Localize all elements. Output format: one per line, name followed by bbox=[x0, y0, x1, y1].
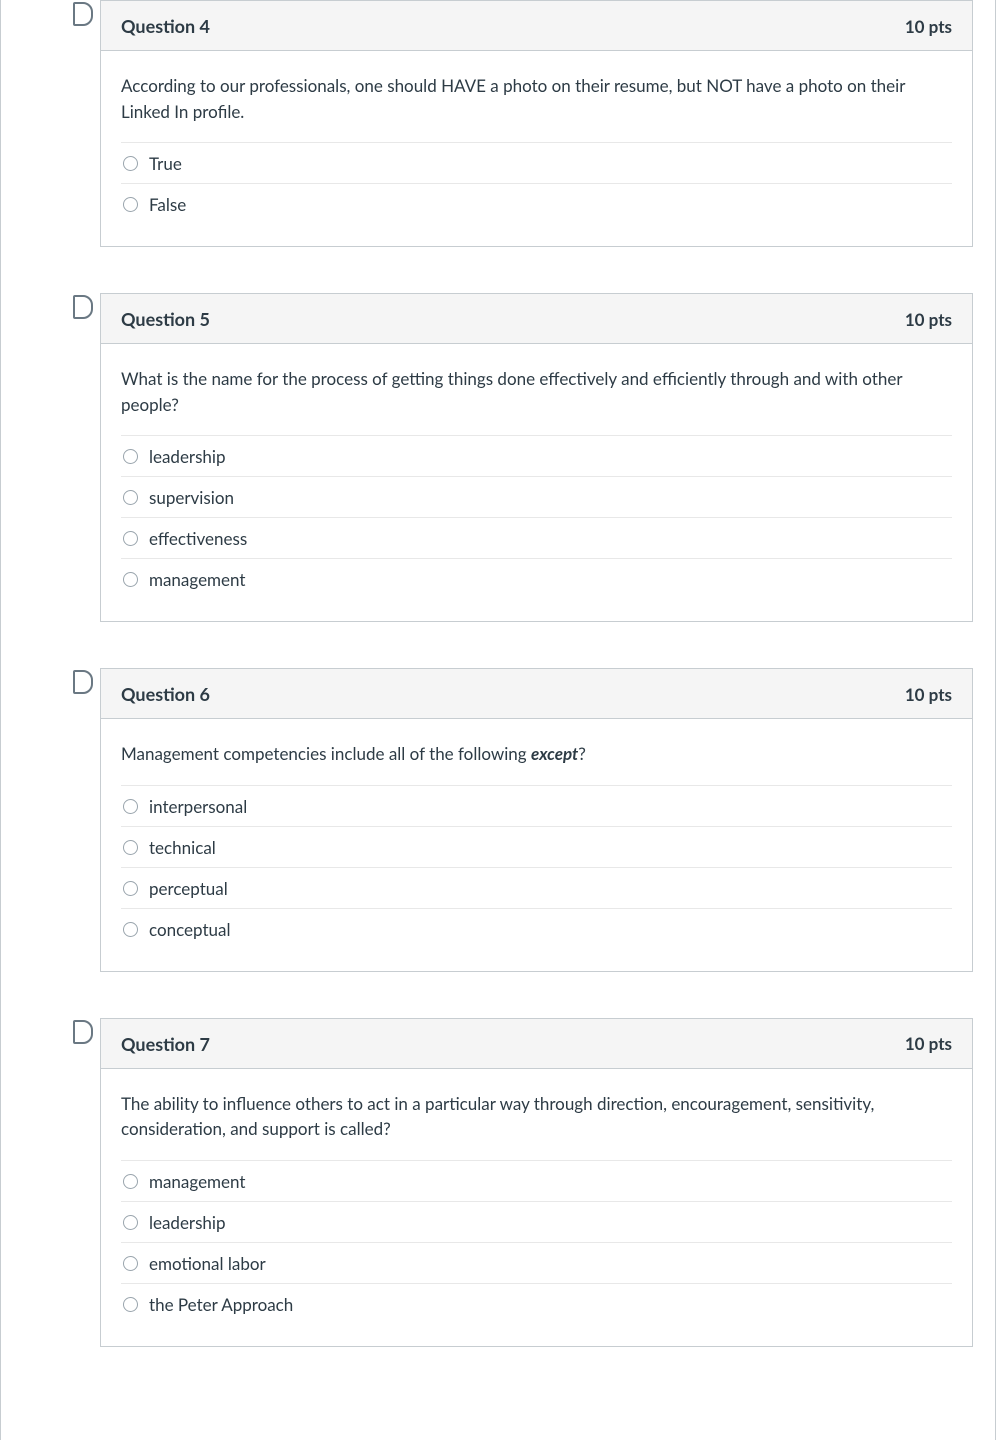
question-7-answer-1[interactable]: leadership bbox=[121, 1201, 952, 1242]
radio-icon[interactable] bbox=[123, 881, 138, 896]
question-5-points: 10 pts bbox=[905, 309, 952, 330]
question-6-answer-0[interactable]: interpersonal bbox=[121, 785, 952, 826]
question-4-title: Question 4 bbox=[121, 15, 210, 37]
radio-icon[interactable] bbox=[123, 922, 138, 937]
question-6-text: Management competencies include all of t… bbox=[121, 741, 952, 767]
question-6-points: 10 pts bbox=[905, 684, 952, 705]
question-7-answer-3[interactable]: the Peter Approach bbox=[121, 1283, 952, 1324]
answer-label: leadership bbox=[149, 1212, 226, 1233]
question-5-answer-0[interactable]: leadership bbox=[121, 435, 952, 476]
question-6-answers: interpersonal technical perceptual conce… bbox=[121, 785, 952, 949]
question-6-header: Question 6 10 pts bbox=[101, 669, 972, 719]
question-5-wrapper: Question 5 10 pts What is the name for t… bbox=[1, 293, 995, 668]
question-6-text-emph: except bbox=[531, 743, 578, 764]
answer-label: management bbox=[149, 1171, 245, 1192]
question-6-title: Question 6 bbox=[121, 683, 210, 705]
question-4-answer-0[interactable]: True bbox=[121, 142, 952, 183]
question-4-box: Question 4 10 pts According to our profe… bbox=[100, 0, 973, 247]
question-4-answers: True False bbox=[121, 142, 952, 224]
question-5-marker-col bbox=[1, 293, 100, 668]
question-6-text-post: ? bbox=[578, 743, 586, 764]
question-5-box: Question 5 10 pts What is the name for t… bbox=[100, 293, 973, 622]
question-6-box: Question 6 10 pts Management competencie… bbox=[100, 668, 973, 972]
question-7-marker-col bbox=[1, 1018, 100, 1393]
answer-label: perceptual bbox=[149, 878, 228, 899]
question-4-text: According to our professionals, one shou… bbox=[121, 73, 952, 124]
question-5-answer-3[interactable]: management bbox=[121, 558, 952, 599]
question-4-answer-1[interactable]: False bbox=[121, 183, 952, 224]
question-4-wrapper: Question 4 10 pts According to our profe… bbox=[1, 0, 995, 293]
question-6-wrapper: Question 6 10 pts Management competencie… bbox=[1, 668, 995, 1018]
flag-icon[interactable] bbox=[73, 295, 93, 319]
question-5-text: What is the name for the process of gett… bbox=[121, 366, 952, 417]
question-7-answer-0[interactable]: management bbox=[121, 1160, 952, 1201]
radio-icon[interactable] bbox=[123, 799, 138, 814]
question-6-answer-3[interactable]: conceptual bbox=[121, 908, 952, 949]
question-7-wrapper: Question 7 10 pts The ability to influen… bbox=[1, 1018, 995, 1393]
question-7-body: The ability to influence others to act i… bbox=[101, 1069, 972, 1346]
question-7-box: Question 7 10 pts The ability to influen… bbox=[100, 1018, 973, 1347]
question-7-answers: management leadership emotional labor th… bbox=[121, 1160, 952, 1324]
question-6-marker-col bbox=[1, 668, 100, 1018]
question-5-title: Question 5 bbox=[121, 308, 210, 330]
question-7-title: Question 7 bbox=[121, 1033, 210, 1055]
answer-label: emotional labor bbox=[149, 1253, 266, 1274]
answer-label: management bbox=[149, 569, 245, 590]
radio-icon[interactable] bbox=[123, 1174, 138, 1189]
question-5-answers: leadership supervision effectiveness man… bbox=[121, 435, 952, 599]
question-4-body: According to our professionals, one shou… bbox=[101, 51, 972, 246]
answer-label: leadership bbox=[149, 446, 226, 467]
radio-icon[interactable] bbox=[123, 197, 138, 212]
answer-label: the Peter Approach bbox=[149, 1294, 293, 1315]
radio-icon[interactable] bbox=[123, 490, 138, 505]
radio-icon[interactable] bbox=[123, 1215, 138, 1230]
question-6-answer-2[interactable]: perceptual bbox=[121, 867, 952, 908]
question-6-text-pre: Management competencies include all of t… bbox=[121, 743, 531, 764]
question-7-answer-2[interactable]: emotional labor bbox=[121, 1242, 952, 1283]
radio-icon[interactable] bbox=[123, 1256, 138, 1271]
question-7-header: Question 7 10 pts bbox=[101, 1019, 972, 1069]
question-4-header: Question 4 10 pts bbox=[101, 1, 972, 51]
question-5-answer-2[interactable]: effectiveness bbox=[121, 517, 952, 558]
radio-icon[interactable] bbox=[123, 840, 138, 855]
answer-label: technical bbox=[149, 837, 216, 858]
question-7-points: 10 pts bbox=[905, 1033, 952, 1054]
question-6-answer-1[interactable]: technical bbox=[121, 826, 952, 867]
answer-label: effectiveness bbox=[149, 528, 247, 549]
answer-label: True bbox=[149, 153, 182, 174]
quiz-page: Question 4 10 pts According to our profe… bbox=[0, 0, 996, 1440]
radio-icon[interactable] bbox=[123, 449, 138, 464]
flag-icon[interactable] bbox=[73, 1020, 93, 1044]
answer-label: conceptual bbox=[149, 919, 230, 940]
radio-icon[interactable] bbox=[123, 531, 138, 546]
flag-icon[interactable] bbox=[73, 670, 93, 694]
radio-icon[interactable] bbox=[123, 156, 138, 171]
question-7-text: The ability to influence others to act i… bbox=[121, 1091, 952, 1142]
question-5-header: Question 5 10 pts bbox=[101, 294, 972, 344]
question-4-marker-col bbox=[1, 0, 100, 293]
question-6-body: Management competencies include all of t… bbox=[101, 719, 972, 971]
flag-icon[interactable] bbox=[73, 2, 93, 26]
radio-icon[interactable] bbox=[123, 1297, 138, 1312]
answer-label: supervision bbox=[149, 487, 234, 508]
question-5-answer-1[interactable]: supervision bbox=[121, 476, 952, 517]
radio-icon[interactable] bbox=[123, 572, 138, 587]
question-4-points: 10 pts bbox=[905, 16, 952, 37]
question-5-body: What is the name for the process of gett… bbox=[101, 344, 972, 621]
answer-label: interpersonal bbox=[149, 796, 247, 817]
answer-label: False bbox=[149, 194, 186, 215]
